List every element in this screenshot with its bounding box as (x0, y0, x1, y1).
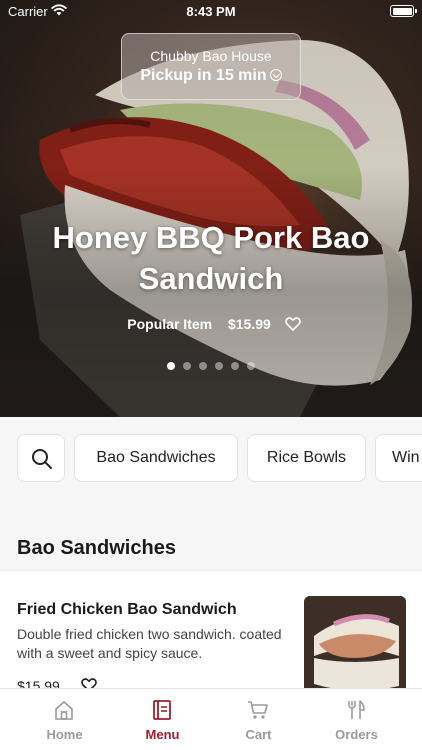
item-image (304, 596, 406, 696)
carousel-indicator[interactable] (0, 357, 422, 375)
pickup-time-row: Pickup in 15 min (122, 67, 300, 85)
featured-badge: Popular Item (127, 316, 213, 332)
search-icon (32, 449, 52, 469)
category-chip-bao-sandwiches[interactable]: Bao Sandwiches (74, 434, 238, 482)
tab-label: Cart (245, 727, 272, 742)
category-chip-rice-bowls[interactable]: Rice Bowls (247, 434, 366, 482)
utensils-icon (348, 700, 365, 719)
carousel-dot[interactable] (167, 362, 175, 370)
tab-home[interactable]: Home (12, 689, 117, 750)
battery-icon (390, 5, 417, 17)
search-button[interactable] (17, 434, 65, 482)
item-name: Fried Chicken Bao Sandwich (17, 601, 237, 618)
category-bar[interactable]: Bao Sandwiches Rice Bowls Win (0, 417, 422, 500)
featured-hero[interactable]: Carrier 8:43 PM Chubby Bao House Pickup … (0, 0, 422, 417)
featured-price: $15.99 (227, 316, 271, 332)
tab-label: Orders (335, 727, 378, 742)
menu-icon (153, 700, 171, 720)
section-title: Bao Sandwiches (17, 537, 176, 559)
status-time: 8:43 PM (186, 4, 236, 19)
tab-cart[interactable]: Cart (206, 689, 311, 750)
heart-icon[interactable] (284, 317, 301, 331)
carousel-dot[interactable] (199, 362, 207, 370)
store-pickup-selector[interactable]: Chubby Bao House Pickup in 15 min (121, 33, 301, 100)
status-bar: Carrier 8:43 PM (0, 0, 422, 24)
chevron-down-icon (269, 69, 282, 81)
carousel-dot[interactable] (247, 362, 255, 370)
cart-icon (248, 701, 268, 719)
carousel-dot[interactable] (215, 362, 223, 370)
carousel-dot[interactable] (231, 362, 239, 370)
bottom-tab-bar[interactable]: Home Menu Cart Orders (0, 688, 422, 750)
item-description: Double fried chicken two sandwich. coate… (17, 626, 282, 661)
featured-title: Honey BBQ Pork Bao Sandwich (52, 220, 370, 296)
tab-label: Menu (145, 727, 180, 742)
tab-orders[interactable]: Orders (304, 689, 409, 750)
pickup-time: Pickup in 15 min (140, 67, 267, 84)
featured-meta: Popular Item $15.99 (0, 316, 422, 332)
carousel-dot[interactable] (183, 362, 191, 370)
category-chip-partial[interactable]: Win (375, 434, 422, 482)
menu-item-card[interactable]: Fried Chicken Bao Sandwich Double fried … (0, 570, 422, 696)
tab-menu[interactable]: Menu (110, 689, 215, 750)
home-icon (55, 701, 73, 720)
store-name: Chubby Bao House (150, 48, 272, 64)
tab-label: Home (46, 727, 83, 742)
